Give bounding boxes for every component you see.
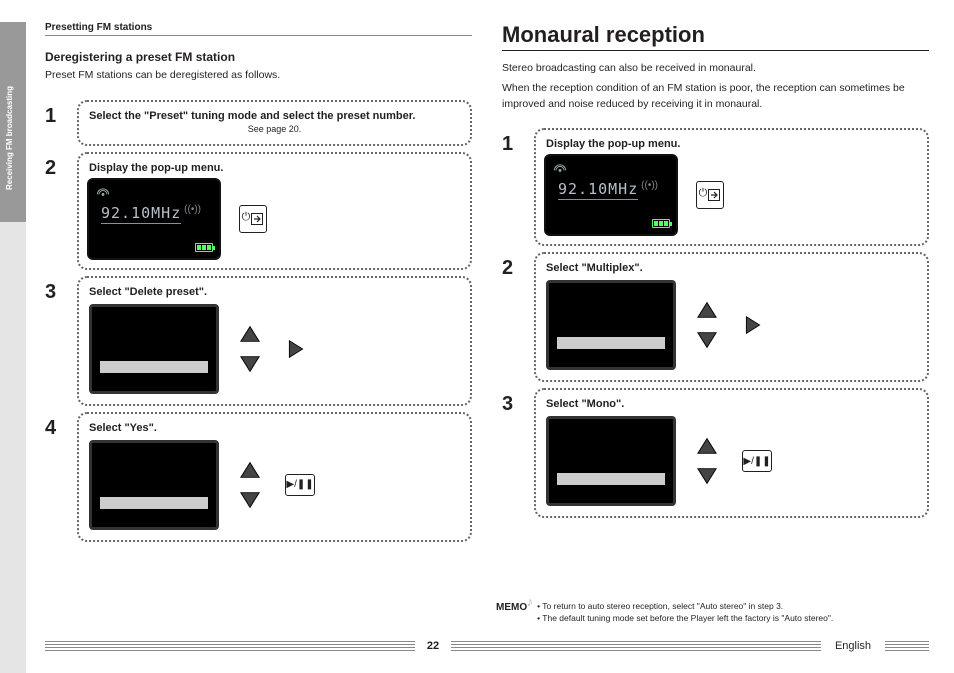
footer-rule [45,641,415,651]
lcd-screen: 92.10MHz ((•)) [546,156,676,234]
left-step-3: 3 Select "Delete preset". [45,276,472,406]
enter-arrow-icon [250,212,264,226]
left-step-4: 4 Select "Yes". ▶/❚❚ [45,412,472,542]
page-footer: 22 English [45,637,929,655]
right-step-2: 2 Select "Multiplex". [502,252,929,382]
down-triangle-icon [696,466,718,486]
nav-up-down [696,436,718,486]
step-number: 1 [502,128,534,154]
down-triangle-icon [696,330,718,350]
menu-screen [546,280,676,370]
menu-screen [89,304,219,394]
nav-up-down [696,300,718,350]
battery-icon [195,243,213,252]
radio-icon [552,162,568,174]
play-pause-button: ▶/❚❚ [742,450,772,472]
step-number: 4 [45,412,77,438]
radio-icon [95,186,111,198]
right-step-1: 1 Display the pop-up menu. 92.10MHz ((•)… [502,128,929,246]
nav-up-down [239,324,261,374]
left-step-2: 2 Display the pop-up menu. 92.10MHz ((•)… [45,152,472,270]
right-para-2: When the reception condition of an FM st… [502,81,929,113]
up-triangle-icon [239,324,261,344]
lcd-frequency: 92.10MHz [101,204,181,224]
step-box: Select "Yes". ▶/❚❚ [77,412,472,542]
down-triangle-icon [239,490,261,510]
up-triangle-icon [696,300,718,320]
up-triangle-icon [239,460,261,480]
left-intro: Preset FM stations can be deregistered a… [45,68,472,84]
lcd-signal-icon: ((•)) [184,204,201,215]
right-step-3: 3 Select "Mono". ▶/❚❚ [502,388,929,518]
footer-rule [885,641,929,651]
step-box: Select the "Preset" tuning mode and sele… [77,100,472,146]
right-heading: Monaural reception [502,22,929,48]
step-number: 1 [45,100,77,126]
step-title: Display the pop-up menu. [89,162,460,174]
battery-icon [652,219,670,228]
lcd-screen: 92.10MHz ((•)) [89,180,219,258]
step-box: Select "Multiplex". [534,252,929,382]
menu-screen [546,416,676,506]
enter-button [696,181,724,209]
breadcrumb: Presetting FM stations [45,22,472,33]
right-column: Monaural reception Stereo broadcasting c… [502,22,929,613]
right-para-1: Stereo broadcasting can also be received… [502,61,929,77]
sidebar-section-label: Receiving FM broadcasting [5,86,14,190]
step-box: Select "Mono". ▶/❚❚ [534,388,929,518]
heading-rule [502,50,929,51]
memo-line-2: The default tuning mode set before the P… [537,612,833,625]
step-number: 2 [45,152,77,178]
step-box: Display the pop-up menu. 92.10MHz ((•)) [77,152,472,270]
footer-language: English [829,640,877,652]
menu-screen [89,440,219,530]
step-title: Select "Mono". [546,398,917,410]
memo-label-text: MEMO [496,602,527,613]
step-title: Select "Yes". [89,422,460,434]
step-subtext: See page 20. [89,124,460,134]
play-pause-button: ▶/❚❚ [285,474,315,496]
enter-button [239,205,267,233]
right-triangle-icon [742,315,764,335]
up-triangle-icon [696,436,718,456]
step-title: Display the pop-up menu. [546,138,917,150]
step-number: 3 [45,276,77,302]
step-number: 3 [502,388,534,414]
step-number: 2 [502,252,534,278]
step-title: Select "Multiplex". [546,262,917,274]
lcd-signal-icon: ((•)) [641,180,658,191]
step-box: Select "Delete preset". [77,276,472,406]
crumb-rule [45,35,472,36]
right-triangle-icon [285,339,307,359]
enter-arrow-icon [707,188,721,202]
footer-rule [451,641,821,651]
memo-text: To return to auto stereo reception, sele… [537,600,833,626]
down-triangle-icon [239,354,261,374]
left-step-1: 1 Select the "Preset" tuning mode and se… [45,100,472,146]
memo-line-1: To return to auto stereo reception, sele… [537,600,833,613]
memo-block: ♪ MEMO To return to auto stereo receptio… [496,600,926,626]
step-title: Select "Delete preset". [89,286,460,298]
step-box: Display the pop-up menu. 92.10MHz ((•)) [534,128,929,246]
lcd-frequency: 92.10MHz [558,180,638,200]
memo-label: ♪ MEMO [496,600,527,615]
left-column: Presetting FM stations Deregistering a p… [45,22,472,613]
sidebar-gutter [0,222,26,673]
left-subhead: Deregistering a preset FM station [45,50,472,64]
nav-up-down [239,460,261,510]
page-content: Presetting FM stations Deregistering a p… [45,22,929,613]
page-number: 22 [423,640,443,652]
step-title: Select the "Preset" tuning mode and sele… [89,110,460,122]
